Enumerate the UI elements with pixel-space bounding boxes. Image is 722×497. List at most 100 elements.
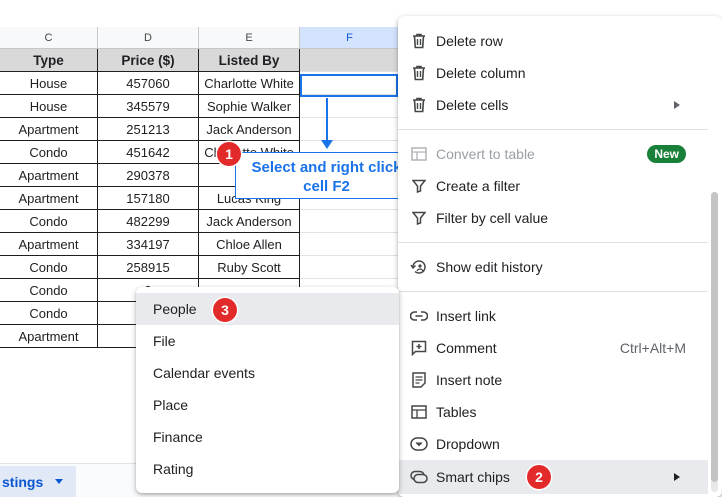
note-icon [410,371,428,389]
cell-type[interactable]: Apartment [0,118,98,141]
menu-item-tables[interactable]: Tables [398,396,708,428]
menu-item-delete-cells[interactable]: Delete cells [398,89,708,121]
sheet-tab-listings[interactable]: stings [0,466,76,497]
cell-listed-by[interactable]: Jack Anderson [199,118,300,141]
cell-f[interactable] [300,118,400,141]
table-row: Condo 258915 Ruby Scott [0,256,400,279]
header-cell-type[interactable]: Type [0,49,98,72]
header-cell-listed-by[interactable]: Listed By [199,49,300,72]
header-cell-price[interactable]: Price ($) [98,49,199,72]
cell-type[interactable]: House [0,72,98,95]
caret-down-icon[interactable] [55,479,64,484]
menu-item-comment[interactable]: Comment Ctrl+Alt+M [398,332,708,364]
cell-f1[interactable] [300,49,400,72]
table-icon [410,403,428,421]
step-badge-2: 2 [527,465,551,489]
cell-price[interactable]: 157180 [98,187,199,210]
cell-price[interactable]: 251213 [98,118,199,141]
menu-item-filter-by-cell-value[interactable]: Filter by cell value [398,202,708,234]
step-badge-1: 1 [217,142,241,166]
cell-f[interactable] [300,256,400,279]
column-header-e[interactable]: E [199,27,300,49]
cell-f[interactable] [300,95,400,118]
annotation-callout: Select and right click cell F2 [235,152,418,199]
submenu-item-calendar-events[interactable]: Calendar events [136,357,399,389]
sheet-tab-label: stings [2,473,44,490]
menu-item-label: Insert note [436,372,503,388]
trash-icon [410,96,428,114]
smart-chip-icon [410,468,428,486]
column-header-c[interactable]: C [0,27,98,49]
menu-divider [398,291,708,292]
column-header-d[interactable]: D [98,27,199,49]
menu-item-label: Smart chips [436,469,510,485]
cell-type[interactable]: Condo [0,141,98,164]
menu-divider [398,129,708,130]
new-badge: New [647,145,686,163]
submenu-item-rating[interactable]: Rating [136,453,399,485]
menu-item-show-edit-history[interactable]: Show edit history [398,251,708,283]
menu-item-dropdown[interactable]: Dropdown [398,428,708,460]
column-headers: C D E F [0,27,400,49]
cell-price[interactable]: 345579 [98,95,199,118]
menu-item-label: Convert to table [436,146,535,162]
cell-listed-by[interactable]: Ruby Scott [199,256,300,279]
context-menu: Delete row Delete column Delete cells Co… [398,16,722,497]
selected-cell-f2[interactable] [300,74,398,97]
header-row: Type Price ($) Listed By [0,49,400,72]
cell-price[interactable]: 482299 [98,210,199,233]
cell-type[interactable]: Condo [0,210,98,233]
cell-type[interactable]: Condo [0,279,98,302]
menu-item-label: Delete column [436,65,526,81]
cell-listed-by[interactable]: Sophie Walker [199,95,300,118]
menu-item-insert-note[interactable]: Insert note [398,364,708,396]
submenu-item-place[interactable]: Place [136,389,399,421]
menu-item-label: Delete cells [436,97,509,113]
submenu-item-file[interactable]: File [136,325,399,357]
menu-item-label: Filter by cell value [436,210,549,226]
annotation-arrow-line [326,98,328,144]
submenu-item-finance[interactable]: Finance [136,421,399,453]
cell-type[interactable]: Apartment [0,233,98,256]
cell-price[interactable]: 334197 [98,233,199,256]
arrow-down-icon [321,140,333,149]
cell-price[interactable]: 451642 [98,141,199,164]
menu-item-label: Comment [436,340,497,356]
table-row: Apartment 251213 Jack Anderson [0,118,400,141]
cell-type[interactable]: Apartment [0,325,98,348]
cell-price[interactable]: 290378 [98,164,199,187]
table-row: Apartment 334197 Chloe Allen [0,233,400,256]
cell-type[interactable]: Apartment [0,187,98,210]
cell-listed-by[interactable]: Jack Anderson [199,210,300,233]
trash-icon [410,32,428,50]
menu-scrollbar-thumb[interactable] [711,192,718,482]
smart-chips-submenu: People File Calendar events Place Financ… [136,287,399,493]
menu-item-insert-link[interactable]: Insert link [398,300,708,332]
cell-type[interactable]: Apartment [0,164,98,187]
menu-divider [398,242,708,243]
cell-type[interactable]: House [0,95,98,118]
cell-listed-by[interactable]: Charlotte White [199,72,300,95]
menu-item-label: Create a filter [436,178,521,194]
column-header-f[interactable]: F [300,27,400,49]
cell-price[interactable]: 457060 [98,72,199,95]
menu-item-label: Tables [436,404,477,420]
step-badge-3: 3 [213,298,237,322]
cell-f[interactable] [300,210,400,233]
submenu-item-people[interactable]: People [136,293,399,325]
menu-item-delete-column[interactable]: Delete column [398,57,708,89]
filter-icon [410,209,428,227]
cell-listed-by[interactable]: Chloe Allen [199,233,300,256]
menu-item-create-filter[interactable]: Create a filter [398,170,708,202]
cell-f[interactable] [300,233,400,256]
cell-price[interactable]: 258915 [98,256,199,279]
menu-item-smart-chips[interactable]: Smart chips [398,460,708,494]
chevron-right-icon [674,473,680,481]
cell-type[interactable]: Condo [0,256,98,279]
cell-type[interactable]: Condo [0,302,98,325]
filter-icon [410,177,428,195]
table-row: House 345579 Sophie Walker [0,95,400,118]
menu-item-delete-row[interactable]: Delete row [398,25,708,57]
comment-add-icon [410,339,428,357]
menu-item-convert-to-table[interactable]: Convert to table New [398,138,708,170]
